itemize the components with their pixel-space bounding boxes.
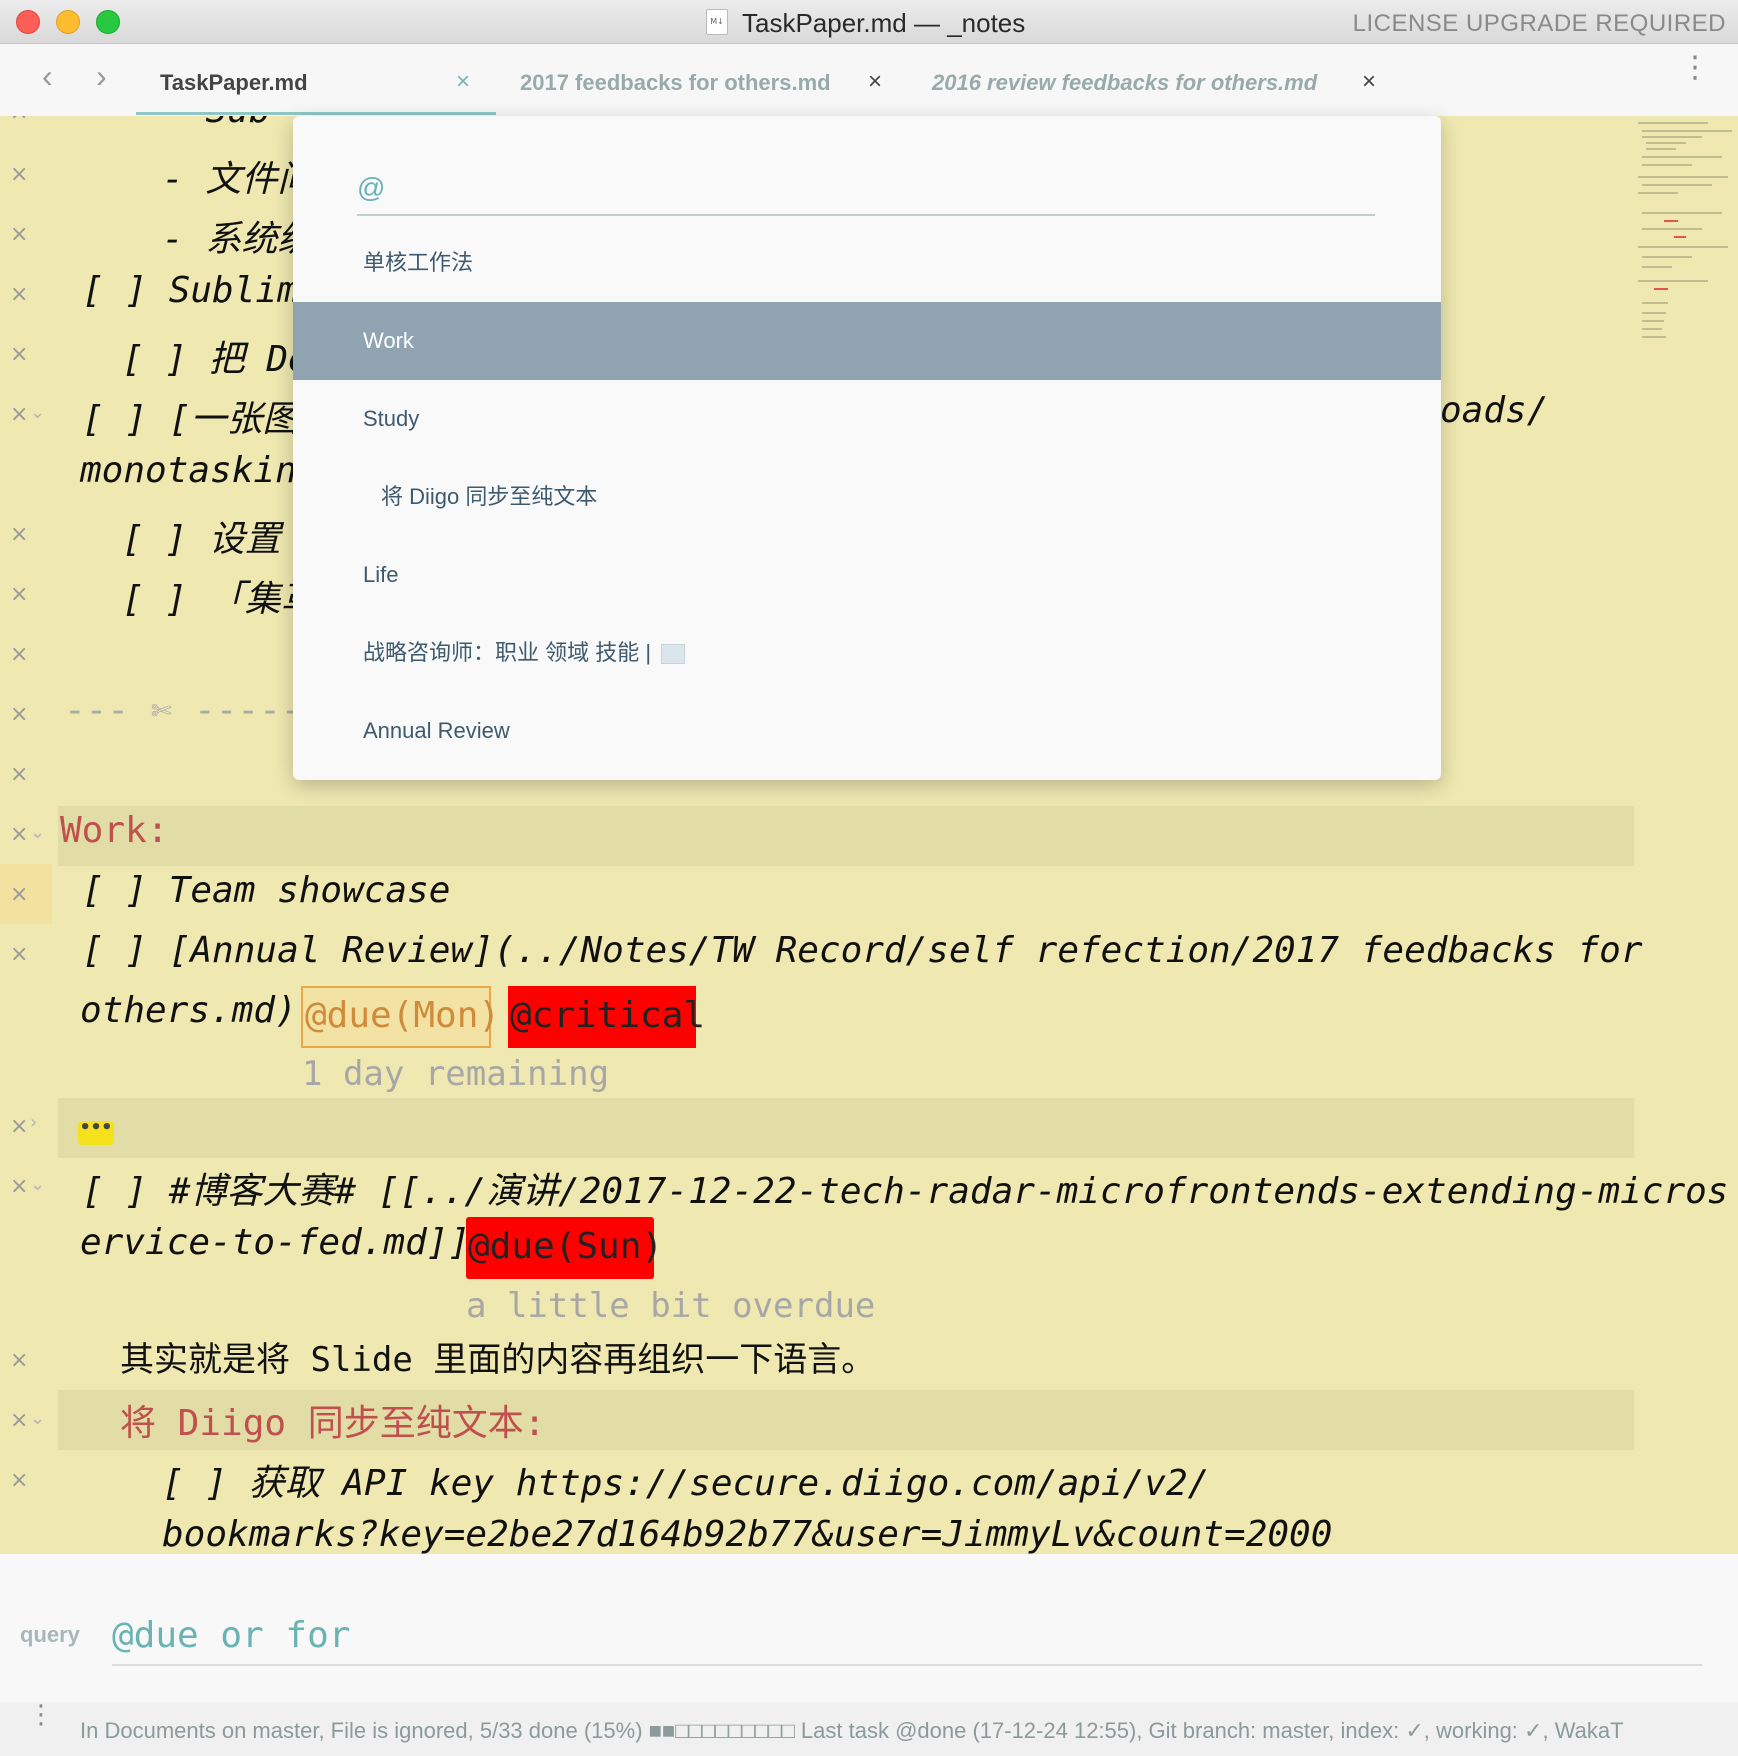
popup-item[interactable]: Annual Review — [293, 692, 1441, 770]
text-line[interactable]: ervice-to-fed.md]] — [80, 1222, 470, 1263]
fold-chevron-icon[interactable]: ⌄ — [30, 822, 45, 843]
tab-2017-feedbacks[interactable]: 2017 feedbacks for others.md — [520, 70, 831, 96]
gutter-x-icon[interactable]: × — [10, 1114, 28, 1139]
window-title: TaskPaper.md — _notes — [742, 8, 1026, 38]
text-line[interactable]: bookmarks?key=e2be27d164b92b77&user=Jimm… — [162, 1514, 1332, 1554]
expand-chevron-icon[interactable]: › — [30, 1112, 37, 1133]
gutter-x-icon[interactable]: × — [10, 762, 28, 787]
task-line[interactable]: [ ] [一张图 — [82, 390, 298, 442]
gutter-x-icon[interactable]: × — [10, 582, 28, 607]
more-options-icon[interactable]: ⋮ — [1680, 53, 1710, 83]
tag-due-mon[interactable]: @due(Mon) — [301, 986, 500, 1048]
popup-search-input[interactable] — [357, 162, 1375, 216]
popup-item[interactable]: 单核工作法 — [293, 224, 1441, 302]
tab-bar: ‹ › TaskPaper.md × 2017 feedbacks for ot… — [0, 44, 1738, 116]
tab-2016-review-feedbacks[interactable]: 2016 review feedbacks for others.md — [932, 70, 1317, 96]
gutter-x-icon[interactable]: × — [10, 1348, 28, 1373]
popup-item-label: 战略咨询师：职业 领域 技能 | — [363, 640, 652, 665]
popup-item[interactable]: 将 Diigo 同步至纯文本 — [293, 458, 1441, 536]
note-line[interactable]: 其实就是将 Slide 里面的内容再组织一下语言。 — [120, 1332, 875, 1381]
fold-highlight — [58, 806, 1634, 866]
image-thumbnail-icon — [661, 644, 686, 665]
fold-highlight — [58, 1098, 1634, 1158]
license-notice[interactable]: LICENSE UPGRADE REQUIRED — [1353, 10, 1726, 38]
task-line[interactable]: [ ] #博客大赛# [[../演讲/2017-12-22-tech-radar… — [82, 1162, 1728, 1214]
query-label: query — [20, 1622, 80, 1647]
close-window-button[interactable] — [16, 10, 40, 34]
text-line[interactable]: - 系统级 — [162, 210, 313, 262]
popup-item[interactable]: Life — [293, 536, 1441, 614]
project-header-work[interactable]: Work: — [60, 810, 168, 851]
tag-autocomplete-popup: 单核工作法 Work Study 将 Diigo 同步至纯文本 Life 战略咨… — [293, 116, 1441, 780]
tab-close-icon[interactable]: × — [868, 68, 882, 96]
task-line[interactable]: [ ] 把 De — [122, 330, 310, 382]
task-line[interactable]: [ ] Team showcase — [82, 870, 450, 911]
tag-due-sun[interactable]: @due(Sun) — [466, 1217, 663, 1279]
due-hint: 1 day remaining — [302, 1054, 610, 1094]
fold-chevron-icon[interactable]: ⌄ — [30, 1408, 45, 1429]
gutter-x-icon[interactable]: × — [10, 822, 28, 847]
gutter-x-icon[interactable]: × — [10, 1174, 28, 1199]
gutter-x-icon[interactable]: × — [10, 222, 28, 247]
gutter-x-icon[interactable]: × — [10, 522, 28, 547]
popup-item[interactable]: 战略咨询师：职业 领域 技能 | — [293, 614, 1441, 692]
fold-chevron-icon[interactable]: ⌄ — [30, 1174, 45, 1195]
minimap[interactable] — [1634, 116, 1738, 376]
query-bar: query — [0, 1554, 1738, 1702]
tab-close-icon[interactable]: × — [456, 68, 470, 96]
popup-item[interactable]: Study — [293, 380, 1441, 458]
gutter-x-icon[interactable]: × — [10, 282, 28, 307]
project-header-diigo[interactable]: 将 Diigo 同步至纯文本: — [120, 1394, 545, 1446]
text-line[interactable]: - Sub — [162, 116, 270, 131]
task-line[interactable]: [ ] Sublime — [82, 270, 320, 311]
tab-close-icon[interactable]: × — [1362, 68, 1376, 96]
fold-chevron-icon[interactable]: ⌄ — [30, 402, 45, 423]
query-input[interactable] — [112, 1606, 1702, 1666]
status-bar: ⋮ In Documents on master, File is ignore… — [0, 1701, 1738, 1756]
gutter-x-icon[interactable]: × — [10, 342, 28, 367]
gutter-x-icon[interactable]: × — [10, 1408, 28, 1433]
task-line[interactable]: [ ] [Annual Review](../Notes/TW Record/s… — [82, 930, 1643, 971]
active-tab-indicator — [136, 112, 496, 115]
gutter-x-icon[interactable]: × — [10, 162, 28, 187]
task-line[interactable]: [ ] 获取 API key https://secure.diigo.com/… — [162, 1454, 1209, 1506]
due-hint: a little bit overdue — [466, 1286, 876, 1326]
forward-chevron-icon[interactable]: › — [96, 58, 107, 95]
tag-critical[interactable]: @critical — [508, 986, 705, 1048]
tab-taskpaper[interactable]: TaskPaper.md — [160, 70, 308, 96]
task-line[interactable]: [ ] 设置 — [122, 510, 281, 562]
gutter-x-icon[interactable]: × — [10, 1468, 28, 1493]
text-line[interactable]: monotasking — [80, 450, 318, 491]
popup-item-selected[interactable]: Work — [293, 302, 1441, 380]
status-text: In Documents on master, File is ignored,… — [80, 1718, 1624, 1743]
title-bar: M↓ TaskPaper.md — _notes LICENSE UPGRADE… — [0, 0, 1738, 44]
back-chevron-icon[interactable]: ‹ — [42, 58, 53, 95]
text-line[interactable]: others.md) — [80, 990, 297, 1031]
cut-separator: --- ✄ ----- — [64, 690, 303, 731]
text-line[interactable]: oads/ — [1440, 390, 1548, 431]
folded-ellipsis[interactable]: ••• — [78, 1119, 114, 1145]
gutter-x-icon[interactable]: × — [10, 402, 28, 427]
gutter-x-icon[interactable]: × — [10, 642, 28, 667]
document-icon: M↓ — [706, 9, 728, 35]
task-line[interactable]: [ ] 「集革 — [122, 570, 317, 622]
gutter-x-icon[interactable]: × — [10, 882, 28, 907]
gutter-x-icon[interactable]: × — [10, 942, 28, 967]
text-line[interactable]: - 文件间 — [162, 150, 313, 202]
status-menu-icon[interactable]: ⋮ — [28, 1701, 54, 1727]
maximize-window-button[interactable] — [96, 10, 120, 34]
gutter-x-icon[interactable]: × — [10, 702, 28, 727]
minimize-window-button[interactable] — [56, 10, 80, 34]
gutter-x-icon[interactable]: × — [10, 116, 28, 125]
